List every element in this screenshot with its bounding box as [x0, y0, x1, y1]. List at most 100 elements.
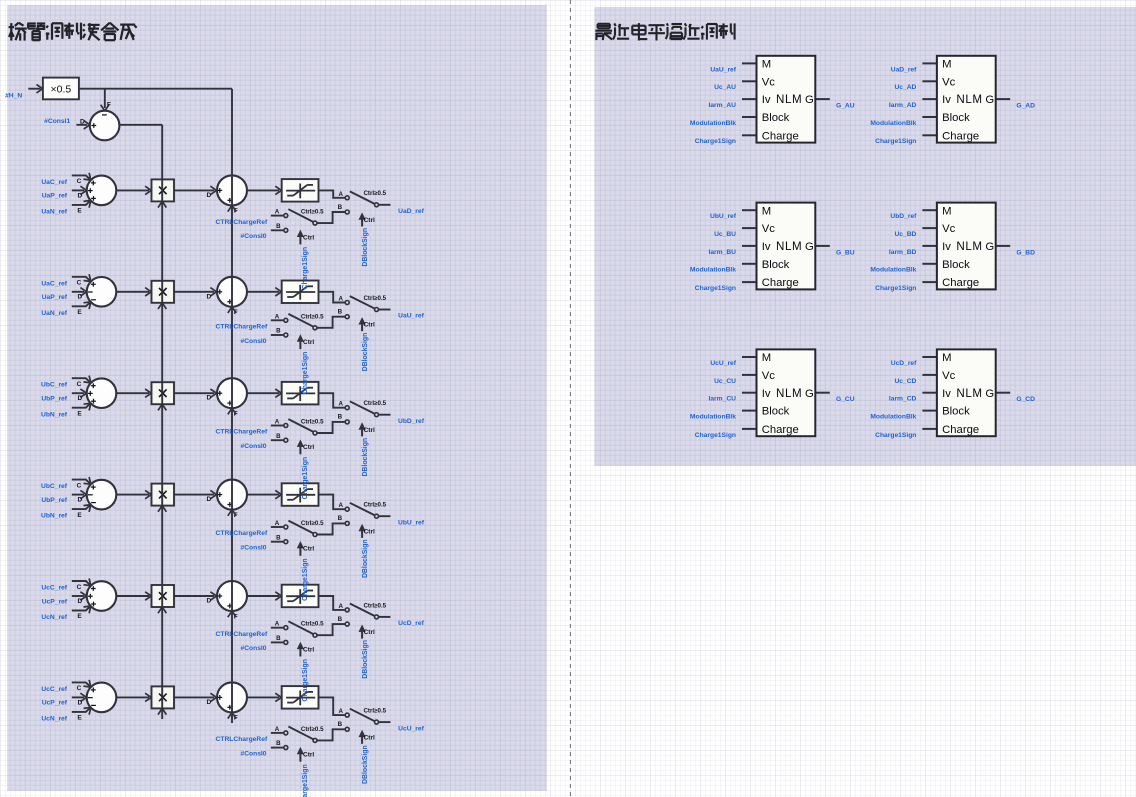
- svg-text:C: C: [77, 584, 82, 591]
- svg-text:B: B: [276, 223, 281, 230]
- svg-text:UcP_ref: UcP_ref: [42, 700, 68, 707]
- svg-text:#ConsI0: #ConsI0: [240, 233, 266, 240]
- svg-text:Charge: Charge: [942, 424, 979, 436]
- svg-text:UbP_ref: UbP_ref: [41, 396, 67, 403]
- svg-text:Block: Block: [942, 259, 970, 271]
- svg-text:Ctrl: Ctrl: [364, 217, 375, 224]
- svg-text:Iarm_AU: Iarm_AU: [708, 102, 736, 109]
- svg-text:Charge1Sign: Charge1Sign: [302, 352, 309, 395]
- svg-text:UcD_ref: UcD_ref: [891, 360, 917, 367]
- svg-text:B: B: [276, 635, 281, 642]
- svg-text:#ConsI0: #ConsI0: [240, 443, 266, 450]
- svg-text:UaC_ref: UaC_ref: [41, 179, 67, 186]
- svg-text:G: G: [805, 241, 814, 253]
- svg-text:D: D: [206, 192, 211, 199]
- svg-text:D: D: [77, 497, 82, 504]
- svg-text:D: D: [77, 294, 82, 301]
- svg-text:F: F: [107, 102, 111, 109]
- svg-text:Charge: Charge: [942, 277, 979, 289]
- svg-text:Vc: Vc: [762, 76, 776, 88]
- svg-text:C: C: [77, 381, 82, 388]
- svg-text:Ctrl: Ctrl: [303, 546, 314, 553]
- svg-text:CTRLChargeRef: CTRLChargeRef: [216, 429, 268, 436]
- svg-text:B: B: [338, 721, 343, 728]
- svg-text:E: E: [77, 512, 82, 519]
- svg-text:M: M: [762, 205, 771, 217]
- svg-text:B: B: [276, 740, 281, 747]
- svg-text:Ctrl: Ctrl: [303, 646, 314, 653]
- svg-text:G_CD: G_CD: [1016, 396, 1035, 403]
- svg-text:ModulationBlk: ModulationBlk: [690, 267, 736, 274]
- svg-text:Uc_AD: Uc_AD: [894, 84, 916, 91]
- svg-text:A: A: [275, 313, 280, 320]
- svg-text:A: A: [275, 209, 280, 216]
- svg-text:Ctrl: Ctrl: [364, 427, 375, 434]
- svg-text:A: A: [338, 191, 343, 198]
- svg-text:CTRLChargeRef: CTRLChargeRef: [216, 324, 268, 331]
- svg-text:DBlockSign: DBlockSign: [362, 333, 369, 372]
- svg-text:C: C: [77, 685, 82, 692]
- svg-text:Ctrl: Ctrl: [364, 322, 375, 329]
- svg-text:Ctrl≥0.5: Ctrl≥0.5: [301, 313, 324, 320]
- svg-text:DBlockSign: DBlockSign: [362, 438, 369, 477]
- svg-text:B: B: [338, 515, 343, 522]
- svg-text:C: C: [77, 280, 82, 287]
- svg-text:A: A: [275, 520, 280, 527]
- svg-text:Charge1Sign: Charge1Sign: [695, 432, 736, 439]
- svg-text:A: A: [338, 502, 343, 509]
- svg-text:B: B: [276, 328, 281, 335]
- svg-text:M: M: [942, 352, 951, 364]
- svg-text:Charge: Charge: [762, 277, 799, 289]
- svg-text:E: E: [77, 715, 82, 722]
- svg-text:UbP_ref: UbP_ref: [41, 497, 67, 504]
- svg-text:CTRLChargeRef: CTRLChargeRef: [216, 631, 268, 638]
- svg-text:#ConsI0: #ConsI0: [240, 545, 266, 552]
- svg-text:CTRLChargeRef: CTRLChargeRef: [216, 530, 268, 537]
- svg-text:Charge1Sign: Charge1Sign: [875, 285, 916, 292]
- svg-text:Charge1Sign: Charge1Sign: [695, 285, 736, 292]
- svg-text:G: G: [985, 94, 994, 106]
- svg-text:Vc: Vc: [942, 370, 956, 382]
- svg-text:B: B: [338, 204, 343, 211]
- svg-text:M: M: [942, 205, 951, 217]
- svg-text:A: A: [338, 603, 343, 610]
- svg-text:D: D: [206, 598, 211, 605]
- svg-text:A: A: [275, 726, 280, 733]
- svg-text:Ctrl: Ctrl: [303, 234, 314, 241]
- svg-text:Charge1Sign: Charge1Sign: [695, 138, 736, 145]
- svg-text:UbU_ref: UbU_ref: [398, 519, 425, 526]
- svg-text:Block: Block: [942, 112, 970, 124]
- svg-text:Ctrl: Ctrl: [303, 752, 314, 759]
- svg-text:DBlockSign: DBlockSign: [362, 640, 369, 679]
- svg-text:UaN_ref: UaN_ref: [41, 209, 67, 216]
- svg-text:Ctrl: Ctrl: [303, 339, 314, 346]
- svg-text:Uc_AU: Uc_AU: [714, 84, 736, 91]
- svg-text:Ctrl≥0.5: Ctrl≥0.5: [301, 419, 324, 426]
- svg-text:G_AU: G_AU: [836, 103, 855, 110]
- svg-text:A: A: [275, 621, 280, 628]
- svg-text:Ctrl: Ctrl: [364, 629, 375, 636]
- svg-text:UcN_ref: UcN_ref: [41, 716, 67, 723]
- svg-text:Charge1Sign: Charge1Sign: [302, 558, 309, 601]
- svg-text:NLM: NLM: [956, 93, 982, 106]
- svg-text:UbU_ref: UbU_ref: [710, 213, 737, 220]
- svg-text:Iarm_CU: Iarm_CU: [708, 396, 736, 403]
- svg-text:M: M: [762, 352, 771, 364]
- svg-text:A: A: [338, 296, 343, 303]
- svg-text:UbC_ref: UbC_ref: [41, 382, 68, 389]
- svg-text:NLM: NLM: [956, 240, 982, 253]
- svg-text:Iarm_AD: Iarm_AD: [889, 102, 917, 109]
- svg-text:NLM: NLM: [956, 387, 982, 400]
- svg-text:ModulationBlk: ModulationBlk: [870, 267, 916, 274]
- svg-text:UaP_ref: UaP_ref: [42, 294, 68, 301]
- svg-text:Ctrl: Ctrl: [364, 734, 375, 741]
- svg-text:A: A: [275, 419, 280, 426]
- svg-text:Vc: Vc: [762, 370, 776, 382]
- svg-text:Ctrl≥0.5: Ctrl≥0.5: [363, 602, 386, 609]
- svg-text:#H_N: #H_N: [5, 92, 22, 99]
- svg-text:G_CU: G_CU: [836, 396, 855, 403]
- svg-text:E: E: [77, 208, 82, 215]
- svg-text:Ctrl≥0.5: Ctrl≥0.5: [301, 209, 324, 216]
- svg-text:E: E: [77, 613, 82, 620]
- svg-text:Ctrl≥0.5: Ctrl≥0.5: [301, 726, 324, 733]
